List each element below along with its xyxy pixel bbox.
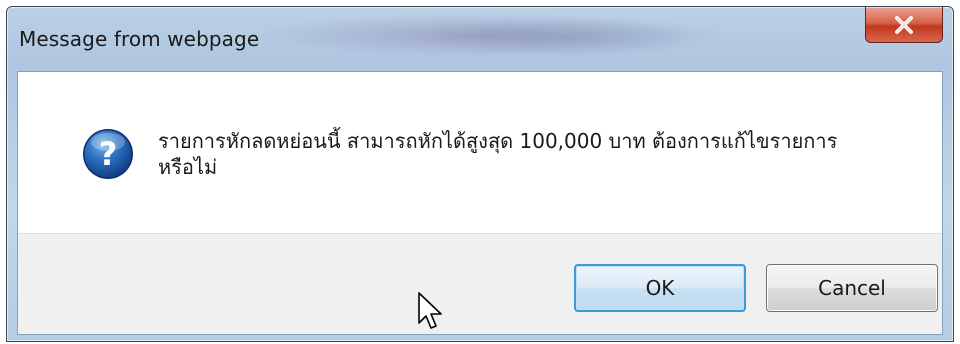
mouse-pointer-icon [418, 292, 442, 329]
close-icon [895, 15, 913, 34]
message-line-1: รายการหักลดหย่อนนี้ สามารถหักได้สูงสุด 1… [158, 129, 838, 153]
message-line-2: หรือไม่ [158, 155, 218, 179]
dialog-message: รายการหักลดหย่อนนี้ สามารถหักได้สูงสุด 1… [158, 128, 918, 180]
dialog-title: Message from webpage [19, 27, 260, 51]
question-icon: ? [83, 129, 133, 179]
ok-button[interactable]: OK [574, 264, 746, 312]
message-area: ? รายการหักลดหย่อนนี้ สามารถหักได้สูงสุด… [18, 72, 942, 236]
dialog-body: ? รายการหักลดหย่อนนี้ สามารถหักได้สูงสุด… [17, 71, 943, 335]
message-dialog: Message from webpage ? รายการหักลดหย่อนน… [6, 6, 954, 342]
cancel-button[interactable]: Cancel [766, 264, 938, 312]
close-button[interactable] [865, 7, 943, 43]
button-area: OK Cancel [18, 233, 942, 334]
title-bar[interactable]: Message from webpage [7, 7, 953, 71]
svg-text:?: ? [99, 135, 118, 173]
